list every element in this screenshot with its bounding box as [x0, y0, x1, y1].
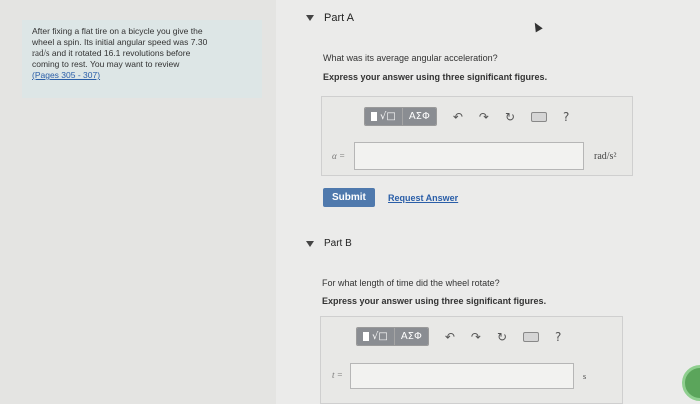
t-input[interactable] — [350, 363, 574, 389]
part-a-header[interactable]: Part A — [306, 12, 354, 24]
problem-text: and it rotated 16.1 revolutions before — [49, 48, 191, 58]
part-b-header[interactable]: Part B — [306, 238, 352, 249]
reset-icon[interactable]: ↻ — [497, 330, 507, 344]
square-icon — [363, 332, 369, 341]
math-toolbar-group: √□ ΑΣΦ — [364, 107, 437, 126]
unit-text: rad/s — [32, 48, 50, 58]
help-icon[interactable]: ? — [555, 330, 561, 344]
part-a-title: Part A — [324, 12, 354, 24]
collapse-triangle-icon[interactable] — [306, 240, 314, 247]
problem-line: After fixing a flat tire on a bicycle yo… — [32, 26, 203, 36]
submit-button[interactable]: Submit — [323, 188, 375, 207]
part-b-toolbar: √□ ΑΣΦ ↶ ↷ ↻ ? — [356, 327, 561, 346]
redo-icon[interactable]: ↷ — [479, 110, 489, 124]
request-answer-link[interactable]: Request Answer — [388, 193, 458, 203]
part-b-title: Part B — [324, 238, 352, 249]
keyboard-icon[interactable] — [523, 331, 540, 342]
main-panel: Part A What was its average angular acce… — [276, 0, 700, 404]
greek-symbols-button[interactable]: ΑΣΦ — [402, 108, 436, 125]
reset-icon[interactable]: ↻ — [505, 110, 515, 124]
undo-icon[interactable]: ↶ — [453, 110, 463, 124]
collapse-triangle-icon[interactable] — [306, 15, 314, 21]
greek-symbols-button[interactable]: ΑΣΦ — [394, 328, 428, 345]
t-unit: s — [583, 372, 587, 381]
t-label: t = — [332, 370, 343, 380]
templates-label: √□ — [380, 111, 396, 122]
problem-statement: After fixing a flat tire on a bicycle yo… — [22, 20, 262, 98]
square-icon — [371, 112, 377, 121]
redo-icon[interactable]: ↷ — [471, 330, 481, 344]
problem-line: coming to rest. You may want to review — [32, 59, 180, 69]
greek-label: ΑΣΦ — [400, 331, 422, 342]
templates-button[interactable]: √□ — [357, 328, 395, 345]
part-a-toolbar: √□ ΑΣΦ ↶ ↷ ↻ ? — [364, 107, 569, 126]
problem-line: rad/s and it rotated 16.1 revolutions be… — [32, 48, 252, 59]
templates-button[interactable]: √□ — [365, 108, 403, 125]
floating-action-icon[interactable] — [682, 365, 700, 401]
problem-line: wheel a spin. Its initial angular speed … — [32, 37, 208, 47]
alpha-input[interactable] — [354, 142, 584, 170]
alpha-unit: rad/s² — [594, 151, 617, 162]
math-toolbar-group: √□ ΑΣΦ — [356, 327, 429, 346]
part-a-question: What was its average angular acceleratio… — [323, 53, 498, 63]
undo-icon[interactable]: ↶ — [445, 330, 455, 344]
keyboard-icon[interactable] — [531, 111, 548, 122]
help-icon[interactable]: ? — [563, 110, 569, 124]
part-b-instruction: Express your answer using three signific… — [322, 296, 547, 306]
templates-label: √□ — [372, 331, 388, 342]
alpha-label: α = — [332, 151, 346, 161]
part-b-question: For what length of time did the wheel ro… — [322, 278, 500, 288]
pages-link[interactable]: (Pages 305 - 307) — [32, 70, 252, 81]
part-a-instruction: Express your answer using three signific… — [323, 72, 548, 82]
greek-label: ΑΣΦ — [408, 111, 430, 122]
